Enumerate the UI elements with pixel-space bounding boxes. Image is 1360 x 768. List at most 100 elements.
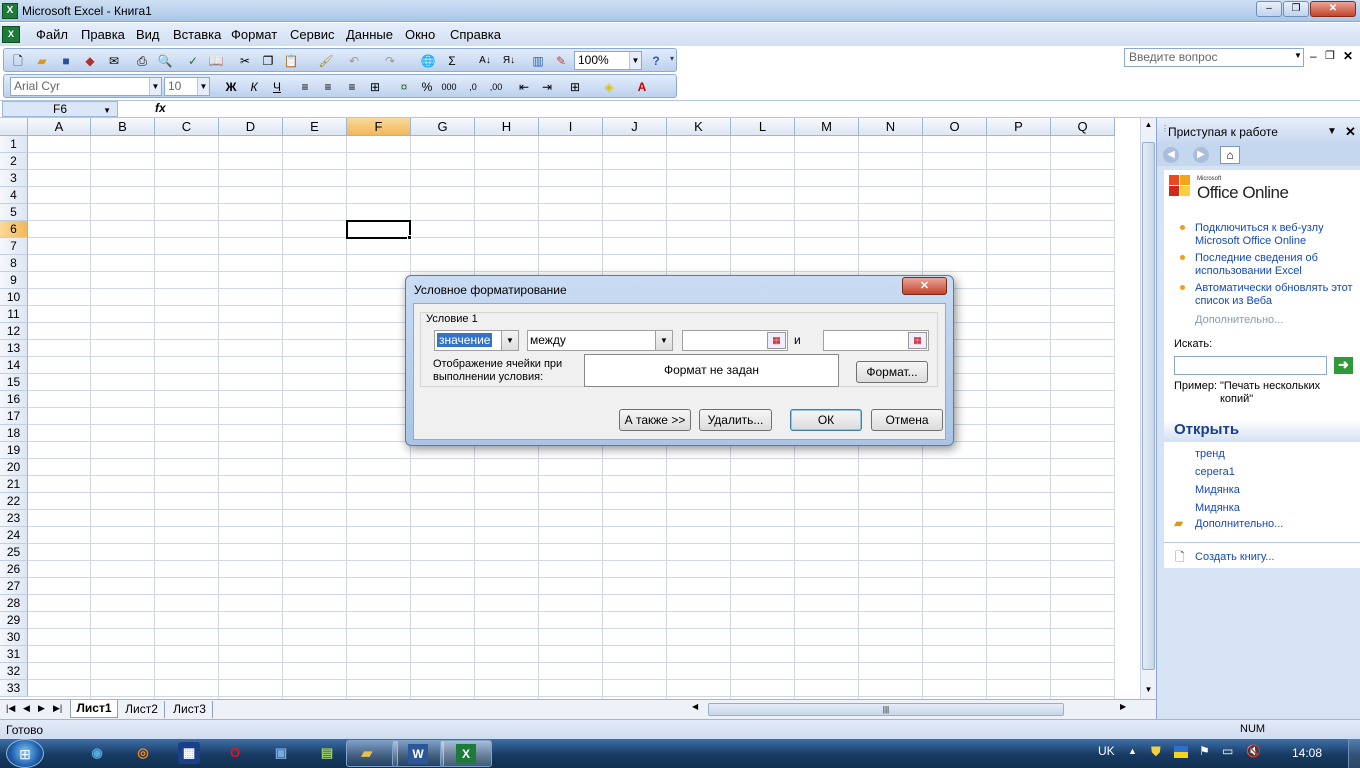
condition-type-dropdown-icon[interactable]: ▼	[501, 331, 518, 350]
currency-icon[interactable]: ¤	[396, 79, 412, 95]
hscroll-left-icon[interactable]: ◀	[692, 702, 698, 711]
sort-ascending-icon[interactable]: A↓	[477, 53, 493, 69]
taskbar-excel-button[interactable]: X	[440, 740, 492, 767]
recent-file-3[interactable]: Мидянка	[1195, 484, 1240, 497]
research-icon[interactable]: 📖	[208, 53, 224, 69]
row-header-4[interactable]: 4	[0, 187, 28, 204]
italic-icon[interactable]: К	[246, 79, 262, 95]
row-header-21[interactable]: 21	[0, 476, 28, 493]
copy-icon[interactable]: ❐	[260, 53, 276, 69]
close-window-button[interactable]: ✕	[1310, 1, 1356, 17]
minimize-button[interactable]: –	[1256, 1, 1282, 17]
value-from-input[interactable]: ▦	[682, 330, 788, 351]
volume-muted-icon[interactable]: 🔇	[1246, 744, 1261, 758]
row-header-25[interactable]: 25	[0, 544, 28, 561]
percent-icon[interactable]: %	[419, 79, 435, 95]
scroll-thumb[interactable]	[1142, 142, 1155, 670]
row-header-22[interactable]: 22	[0, 493, 28, 510]
row-header-10[interactable]: 10	[0, 289, 28, 306]
row-header-14[interactable]: 14	[0, 357, 28, 374]
create-workbook-link[interactable]: Создать книгу...	[1195, 551, 1274, 564]
zoom-combo[interactable]: 100% ▼	[574, 51, 642, 70]
fill-handle[interactable]	[407, 235, 412, 240]
show-desktop-button[interactable]	[1348, 739, 1360, 768]
taskbar-browser-icon[interactable]: ◎	[132, 742, 154, 764]
open-icon[interactable]: ▰	[34, 53, 50, 69]
link-latest-news[interactable]: Последние сведения об использовании Exce…	[1195, 252, 1355, 278]
condition-type-select[interactable]: значение ▼	[434, 330, 519, 351]
hscroll-thumb[interactable]: |||	[708, 703, 1064, 716]
cancel-button[interactable]: Отмена	[871, 409, 943, 431]
link-connect-office-online[interactable]: Подключиться к веб-узлу Microsoft Office…	[1195, 222, 1355, 248]
column-header-o[interactable]: O	[923, 118, 987, 136]
column-header-n[interactable]: N	[859, 118, 923, 136]
row-header-12[interactable]: 12	[0, 323, 28, 340]
active-cell[interactable]	[346, 220, 411, 239]
start-button[interactable]: ⊞	[6, 739, 44, 768]
row-header-26[interactable]: 26	[0, 561, 28, 578]
row-header-29[interactable]: 29	[0, 612, 28, 629]
print-icon[interactable]: ⎙	[134, 53, 150, 69]
ok-button[interactable]: ОК	[790, 409, 862, 431]
menu-window[interactable]: Окно	[405, 27, 435, 42]
row-header-9[interactable]: 9	[0, 272, 28, 289]
row-header-11[interactable]: 11	[0, 306, 28, 323]
taskbar-app-icon[interactable]: ◉	[86, 742, 108, 764]
value-to-input[interactable]: ▦	[823, 330, 929, 351]
maximize-button[interactable]: ❐	[1283, 1, 1309, 17]
sheet-tab-3[interactable]: Лист3	[167, 701, 213, 718]
link-auto-update[interactable]: Автоматически обновлять этот список из В…	[1195, 282, 1355, 308]
network-icon[interactable]: ▭	[1222, 744, 1233, 758]
workbook-icon[interactable]: X	[2, 26, 20, 43]
security-icon[interactable]: ⛊	[1151, 744, 1161, 760]
font-size-dropdown-icon[interactable]: ▼	[197, 78, 209, 95]
merge-center-icon[interactable]: ⊞	[367, 79, 383, 95]
row-header-20[interactable]: 20	[0, 459, 28, 476]
row-header-16[interactable]: 16	[0, 391, 28, 408]
vertical-scrollbar[interactable]: ▲ ▼	[1140, 118, 1156, 699]
row-header-27[interactable]: 27	[0, 578, 28, 595]
first-sheet-icon[interactable]: |◀	[6, 703, 15, 714]
menu-edit[interactable]: Правка	[81, 27, 125, 42]
task-pane-close-icon[interactable]: ✕	[1345, 124, 1356, 140]
workbook-close-icon[interactable]: ✕	[1343, 49, 1353, 63]
sheet-tab-2[interactable]: Лист2	[119, 701, 165, 718]
column-header-q[interactable]: Q	[1051, 118, 1115, 136]
cut-icon[interactable]: ✂	[237, 53, 253, 69]
back-icon[interactable]: ◀	[1163, 147, 1179, 163]
scroll-down-icon[interactable]: ▼	[1142, 685, 1155, 697]
taskbar-folder-icon[interactable]: ▤	[316, 742, 338, 764]
operator-dropdown-icon[interactable]: ▼	[655, 331, 672, 350]
menu-format[interactable]: Формат	[231, 27, 277, 42]
select-all-corner[interactable]	[0, 118, 28, 136]
taskbar-explorer-button[interactable]: ▰	[346, 740, 398, 767]
operator-select[interactable]: между ▼	[527, 330, 673, 351]
column-header-f[interactable]: F	[347, 118, 411, 136]
prev-sheet-icon[interactable]: ◀	[23, 703, 30, 714]
menu-help[interactable]: Справка	[450, 27, 501, 42]
underline-icon[interactable]: Ч	[269, 79, 285, 95]
menu-view[interactable]: Вид	[136, 27, 160, 42]
row-header-13[interactable]: 13	[0, 340, 28, 357]
task-pane-title[interactable]: Приступая к работе	[1168, 125, 1278, 139]
row-header-18[interactable]: 18	[0, 425, 28, 442]
increase-decimal-icon[interactable]: ,0	[465, 79, 481, 95]
ukraine-flag-icon[interactable]	[1174, 746, 1188, 758]
row-header-31[interactable]: 31	[0, 646, 28, 663]
row-header-33[interactable]: 33	[0, 680, 28, 697]
spelling-icon[interactable]: ✓	[185, 53, 201, 69]
row-header-5[interactable]: 5	[0, 204, 28, 221]
row-header-32[interactable]: 32	[0, 663, 28, 680]
email-icon[interactable]: ✉	[106, 53, 122, 69]
taskbar-word-button[interactable]: W	[392, 740, 444, 767]
decrease-indent-icon[interactable]: ⇤	[516, 79, 532, 95]
row-header-2[interactable]: 2	[0, 153, 28, 170]
permission-icon[interactable]: ◆	[82, 53, 98, 69]
font-name-combo[interactable]: Arial Cyr ▼	[10, 77, 162, 96]
row-header-7[interactable]: 7	[0, 238, 28, 255]
column-header-i[interactable]: I	[539, 118, 603, 136]
column-header-e[interactable]: E	[283, 118, 347, 136]
workbook-minimize-icon[interactable]: –	[1310, 49, 1317, 63]
ask-question-input[interactable]: Введите вопрос	[1124, 48, 1304, 67]
scroll-up-icon[interactable]: ▲	[1142, 120, 1155, 132]
